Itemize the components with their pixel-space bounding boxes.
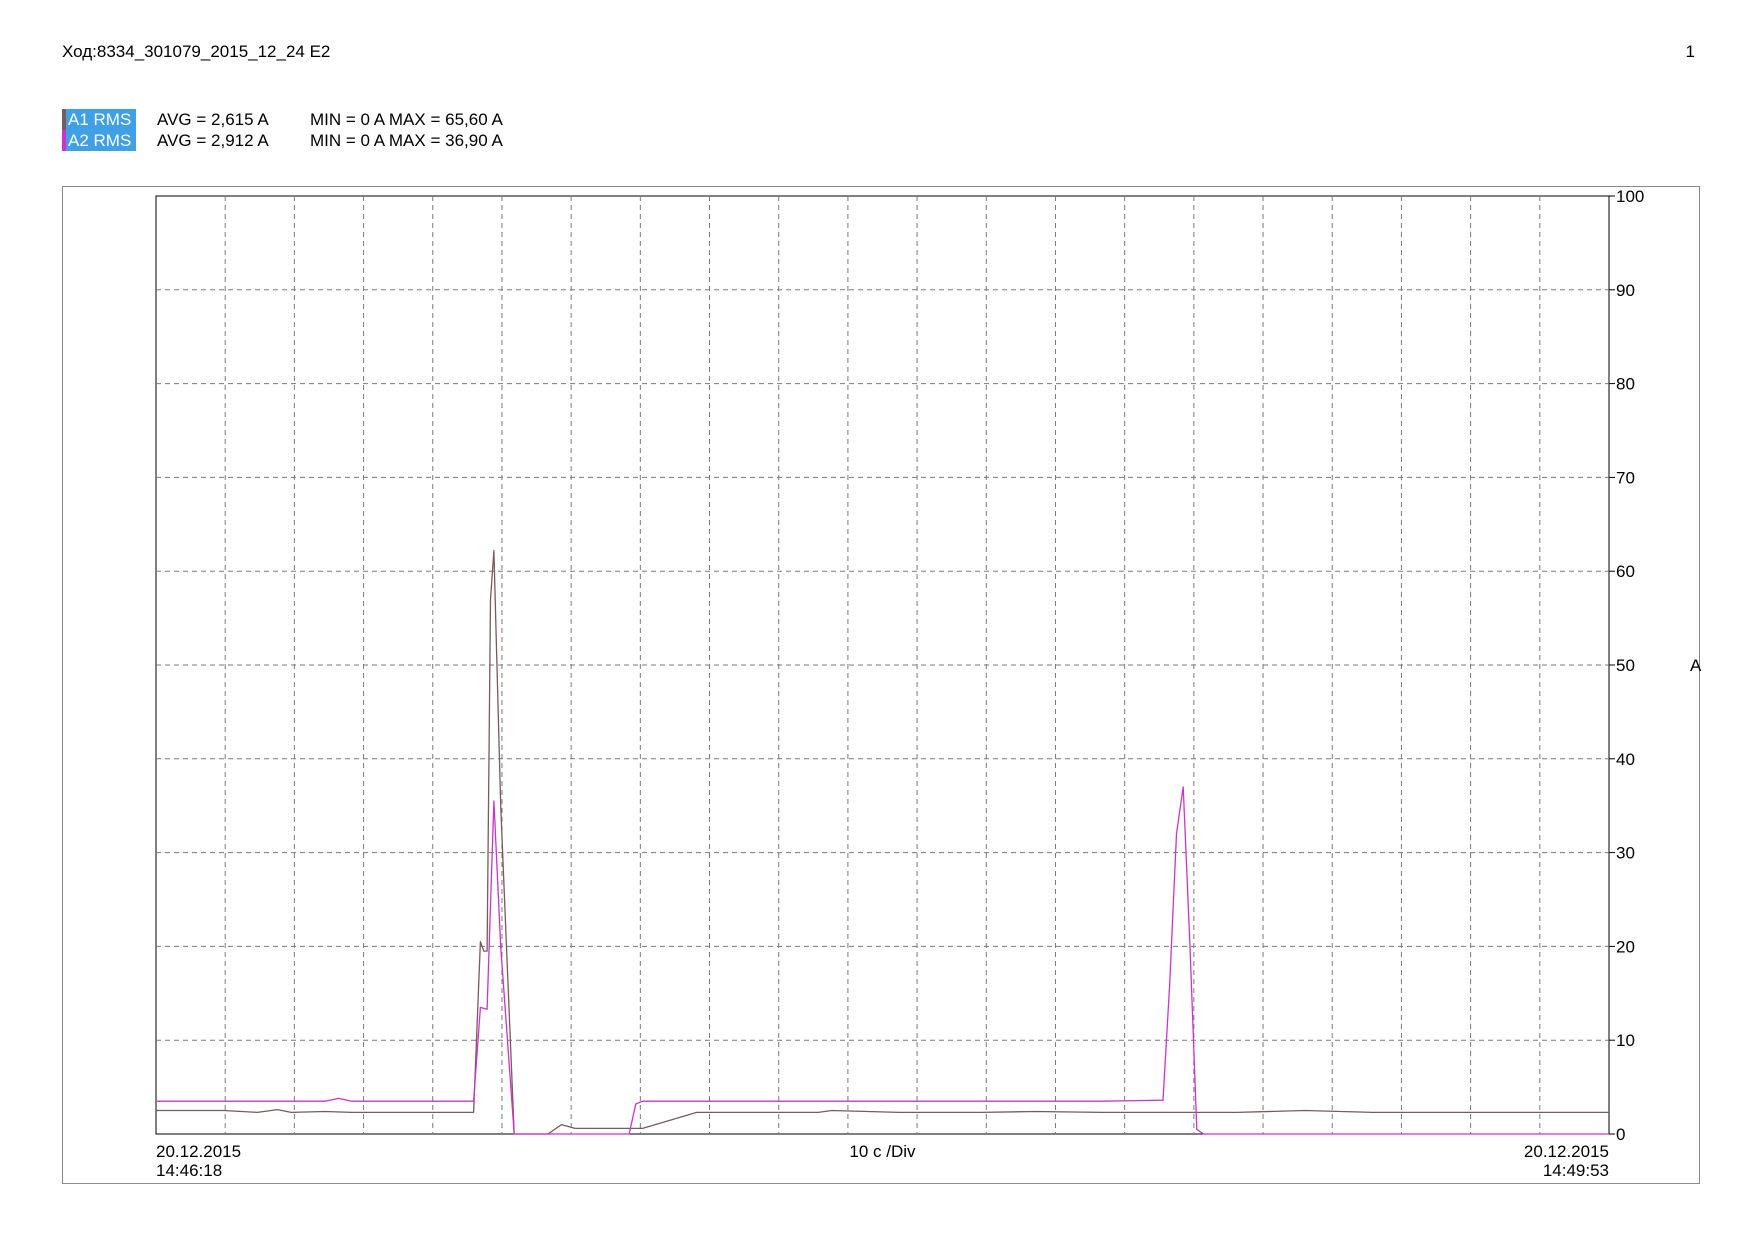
x-end-time: 14:49:53 [1543,1161,1609,1180]
y-tick-label: 100 [1616,187,1644,206]
y-tick-label: 50 [1616,656,1635,675]
series-line-2 [156,786,1609,1135]
y-tick-label: 60 [1616,562,1635,581]
y-tick-label: 40 [1616,750,1635,769]
grid [156,196,1609,1134]
x-start-date: 20.12.2015 [156,1142,241,1161]
x-end-date: 20.12.2015 [1524,1142,1609,1161]
y-tick-label: 30 [1616,844,1635,863]
chart-canvas: 0 10 20 30 40 50 60 70 80 90 100 A 20.12.2015 14:4… [155,187,1702,1180]
y-tick-label: 90 [1616,281,1635,300]
y-axis-label: A [1690,656,1702,675]
series-lines [156,549,1609,1135]
y-axis-ticks: 0 10 20 30 40 50 60 70 80 90 100 [1609,187,1644,1144]
y-tick-label: 80 [1616,375,1635,394]
y-tick-label: 20 [1616,937,1635,956]
x-start-time: 14:46:18 [156,1161,222,1180]
x-scale-label: 10 с /Div [849,1142,916,1161]
x-axis-labels: 20.12.2015 14:46:18 10 с /Div 20.12.2015… [156,1142,1609,1180]
y-tick-label: 0 [1616,1125,1625,1144]
y-tick-label: 70 [1616,468,1635,487]
y-tick-label: 10 [1616,1031,1635,1050]
series-line-1 [156,549,1609,1135]
